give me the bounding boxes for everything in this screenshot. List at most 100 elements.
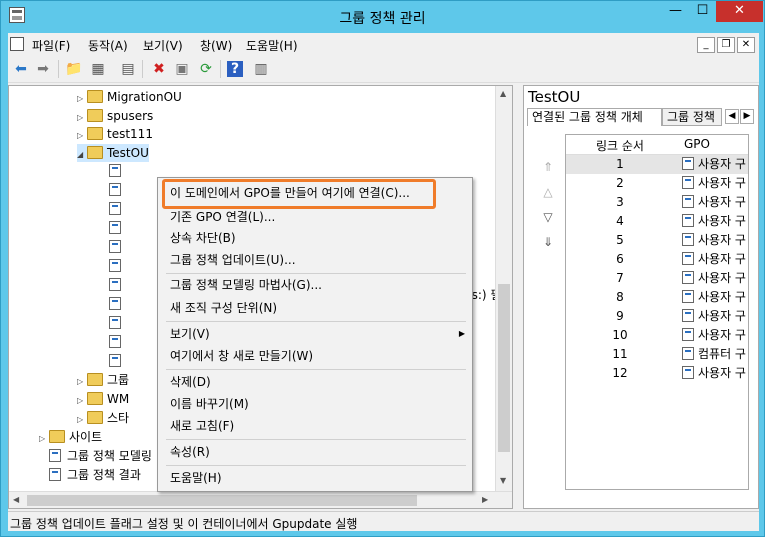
title-bar[interactable]: 그룹 정책 관리 — ☐ ✕ <box>1 1 764 33</box>
scroll-right-arrow-icon[interactable]: ▶ <box>482 495 488 504</box>
menu-item-refresh[interactable]: 새로 고침(F) <box>170 416 234 436</box>
up-folder-icon[interactable]: 📁 <box>64 59 84 79</box>
expand-arrow-icon[interactable]: ▷ <box>39 430 49 448</box>
gpo-link-item[interactable] <box>109 162 121 180</box>
tree-item[interactable]: ▷ 그룹 <box>77 371 129 389</box>
table-row[interactable]: 1 사용자 구 <box>566 155 748 174</box>
tab-linked-gpos[interactable]: 연결된 그룹 정책 개체 <box>527 108 662 126</box>
help-icon[interactable]: ? <box>227 61 243 77</box>
tree-item[interactable]: ▷ 스타 <box>77 409 129 427</box>
menu-item-gpupdate[interactable]: 그룹 정책 업데이트(U)... <box>170 250 296 270</box>
menu-action[interactable]: 동작(A) <box>88 37 128 54</box>
gpo-link-item[interactable] <box>109 333 121 351</box>
table-row[interactable]: 3 사용자 구 <box>566 193 748 212</box>
tree-horizontal-scrollbar[interactable]: ◀ ▶ <box>9 491 512 508</box>
scrollbar-thumb[interactable] <box>498 284 510 452</box>
tree-item[interactable]: 그룹 정책 결과 <box>49 466 141 484</box>
mdi-close-button[interactable]: ✕ <box>737 37 755 53</box>
gpo-link-item[interactable] <box>109 295 121 313</box>
table-row[interactable]: 4 사용자 구 <box>566 212 748 231</box>
minimize-button[interactable]: — <box>662 1 689 22</box>
tree-item[interactable]: ▷ MigrationOU <box>77 88 182 106</box>
scrollbar-thumb[interactable] <box>27 495 417 506</box>
collapse-arrow-icon[interactable]: ◢ <box>77 146 87 164</box>
mdi-minimize-button[interactable]: _ <box>697 37 715 53</box>
expand-arrow-icon[interactable]: ▷ <box>77 392 87 410</box>
forward-arrow-icon[interactable]: ➡ <box>33 59 53 79</box>
table-row[interactable]: 12 사용자 구 <box>566 364 748 383</box>
tree-item[interactable]: ▷ spusers <box>77 107 153 125</box>
menu-help[interactable]: 도움말(H) <box>246 37 298 54</box>
gpo-link-icon <box>109 259 121 272</box>
menu-file[interactable]: 파일(F) <box>32 37 70 54</box>
move-bottom-icon[interactable]: ⇓ <box>540 235 556 249</box>
menu-view[interactable]: 보기(V) <box>143 37 183 54</box>
back-arrow-icon[interactable]: ⬅ <box>11 59 31 79</box>
tree-item[interactable]: ▷ test111 <box>77 125 153 143</box>
tab-scroll-right-icon[interactable]: ▶ <box>740 109 754 124</box>
mdi-window-icon[interactable] <box>10 37 24 51</box>
mdi-restore-button[interactable]: ❐ <box>717 37 735 53</box>
tree-item[interactable]: ▷ 사이트 <box>39 428 102 446</box>
scroll-left-arrow-icon[interactable]: ◀ <box>13 495 19 504</box>
table-row[interactable]: 2 사용자 구 <box>566 174 748 193</box>
gpo-link-item[interactable] <box>109 352 121 370</box>
tree-item-selected[interactable]: ◢ TestOU <box>77 144 149 162</box>
expand-arrow-icon[interactable]: ▷ <box>77 127 87 145</box>
tree-vertical-scrollbar[interactable]: ▲ ▼ <box>495 86 512 491</box>
export-icon[interactable]: ▣ <box>172 59 192 79</box>
menu-item-block-inheritance[interactable]: 상속 차단(B) <box>170 228 236 248</box>
expand-arrow-icon[interactable]: ▷ <box>77 411 87 429</box>
gpo-link-item[interactable] <box>109 200 121 218</box>
tab-group-policy[interactable]: 그룹 정책 <box>662 108 722 126</box>
menu-item-link-existing-gpo[interactable]: 기존 GPO 연결(L)... <box>170 207 275 227</box>
table-row[interactable]: 6 사용자 구 <box>566 250 748 269</box>
status-text: 그룹 정책 업데이트 플래그 설정 및 이 컨테이너에서 Gpupdate 실행 <box>10 517 358 531</box>
maximize-button[interactable]: ☐ <box>689 1 716 22</box>
table-row[interactable]: 11 컴퓨터 구 <box>566 345 748 364</box>
scroll-up-arrow-icon[interactable]: ▲ <box>500 89 506 98</box>
move-down-icon[interactable]: ▽ <box>540 210 556 224</box>
table-row[interactable]: 7 사용자 구 <box>566 269 748 288</box>
move-top-icon[interactable]: ⇑ <box>540 160 556 174</box>
move-up-icon[interactable]: △ <box>540 185 556 199</box>
delete-icon[interactable]: ✖ <box>149 59 169 79</box>
menu-item-rename[interactable]: 이름 바꾸기(M) <box>170 394 249 414</box>
gpo-name-cell: 사용자 구 <box>682 288 746 307</box>
menu-item-new-ou[interactable]: 새 조직 구성 단위(N) <box>170 298 277 318</box>
tab-scroll-left-icon[interactable]: ◀ <box>725 109 739 124</box>
tree-item-label: test111 <box>107 127 153 141</box>
expand-arrow-icon[interactable]: ▷ <box>77 90 87 108</box>
menu-item-delete[interactable]: 삭제(D) <box>170 372 211 392</box>
table-row[interactable]: 10 사용자 구 <box>566 326 748 345</box>
table-row[interactable]: 5 사용자 구 <box>566 231 748 250</box>
menu-item-properties[interactable]: 속성(R) <box>170 442 210 462</box>
table-row[interactable]: 8 사용자 구 <box>566 288 748 307</box>
show-tree-icon[interactable]: ▦ <box>88 59 108 79</box>
menu-item-view[interactable]: 보기(V) ▶ <box>170 324 465 344</box>
gpo-name-label: 사용자 구 <box>698 176 746 190</box>
scroll-down-arrow-icon[interactable]: ▼ <box>500 476 506 485</box>
gpo-link-item[interactable] <box>109 238 121 256</box>
gpo-name-label: 사용자 구 <box>698 252 746 266</box>
console-icon[interactable]: ▥ <box>251 59 271 79</box>
tree-item[interactable]: ▷ WM <box>77 390 129 408</box>
menu-window[interactable]: 창(W) <box>200 37 232 54</box>
close-button[interactable]: ✕ <box>716 1 763 22</box>
menu-item-modeling-wizard[interactable]: 그룹 정책 모델링 마법사(G)... <box>170 275 322 295</box>
tree-item[interactable]: 그룹 정책 모델링 <box>49 447 152 465</box>
gpo-link-item[interactable] <box>109 257 121 275</box>
expand-arrow-icon[interactable]: ▷ <box>77 373 87 391</box>
column-gpo[interactable]: GPO <box>684 137 710 151</box>
column-link-order[interactable]: 링크 순서 <box>596 137 644 154</box>
linked-gpo-table: 링크 순서 GPO 1 사용자 구 2 사용자 구 3 사용자 구 4 사용자 구 5 사용자 구… <box>565 134 749 490</box>
menu-item-new-window[interactable]: 여기에서 창 새로 만들기(W) <box>170 346 313 366</box>
gpo-link-item[interactable] <box>109 181 121 199</box>
gpo-link-item[interactable] <box>109 314 121 332</box>
gpo-link-item[interactable] <box>109 276 121 294</box>
table-row[interactable]: 9 사용자 구 <box>566 307 748 326</box>
menu-item-help[interactable]: 도움말(H) <box>170 468 222 488</box>
refresh-icon[interactable]: ⟳ <box>196 59 216 79</box>
properties-icon[interactable]: ▤ <box>118 59 138 79</box>
gpo-link-item[interactable] <box>109 219 121 237</box>
